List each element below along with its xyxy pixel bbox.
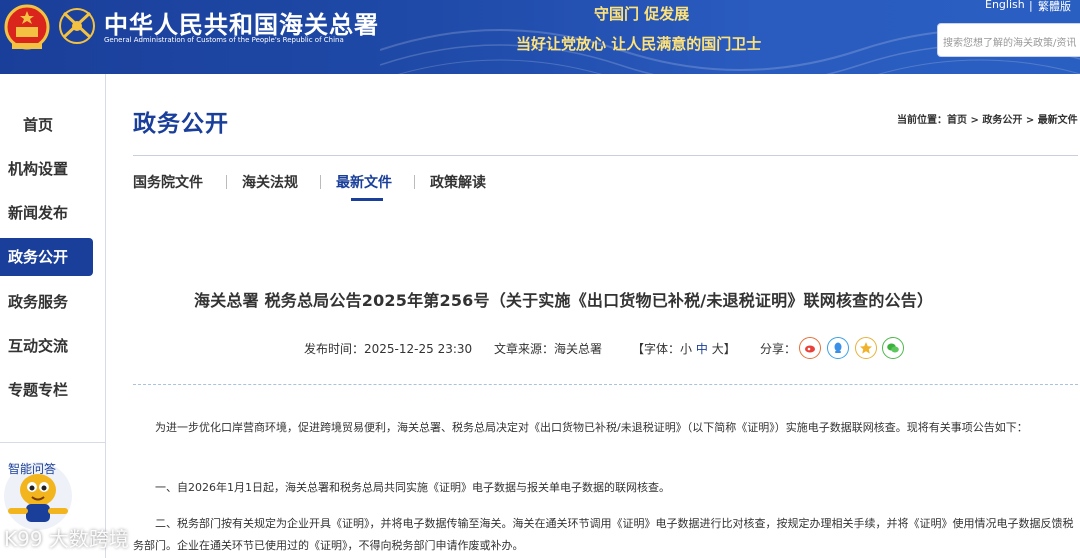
breadcrumb-separator: >: [1022, 115, 1038, 126]
section-title: 政务公开: [133, 110, 229, 137]
breadcrumb: 当前位置：首页 > 政务公开 > 最新文件: [897, 111, 1078, 126]
source-label: 文章来源：: [494, 342, 555, 356]
font-size-selector: 【字体：小 中 大】: [632, 340, 736, 357]
tab-policy-interpretation[interactable]: 政策解读: [430, 172, 486, 192]
breadcrumb-latest-files[interactable]: 最新文件: [1038, 115, 1078, 126]
qzone-icon[interactable]: [855, 337, 877, 359]
breadcrumb-prefix: 当前位置：: [897, 115, 947, 126]
share-label: 分享：: [760, 342, 797, 356]
site-title[interactable]: 中华人民共和国海关总署: [104, 5, 379, 40]
source-value: 海关总署: [554, 342, 603, 356]
article-paragraph: 二、税务部门按有关规定为企业开具《证明》，并将电子数据传输至海关。海关在通关环节…: [133, 517, 1074, 552]
tab-latest-files[interactable]: 最新文件: [336, 172, 392, 192]
article-source: 文章来源：海关总署: [494, 340, 602, 357]
assistant-label[interactable]: 智能问答: [8, 460, 56, 477]
sidebar-item-organization[interactable]: 机构设置: [0, 150, 93, 188]
breadcrumb-separator: >: [967, 115, 983, 126]
national-emblem-icon[interactable]: [4, 3, 50, 53]
slogan-top: 守国门 促发展: [594, 5, 690, 23]
tab-customs-regulations[interactable]: 海关法规: [242, 172, 298, 192]
breadcrumb-government-affairs[interactable]: 政务公开: [982, 115, 1022, 126]
sidebar-divider: [0, 442, 105, 443]
publish-time: 发布时间：2025-12-25 23:30: [304, 340, 472, 357]
lang-english-link[interactable]: English: [985, 0, 1025, 11]
customs-logo-icon[interactable]: [58, 7, 96, 45]
watermark: K99 大数跨境: [4, 527, 129, 551]
meta-divider: [133, 384, 1078, 385]
slogan-bottom: 当好让党放心 让人民满意的国门卫士: [516, 35, 762, 53]
search-input[interactable]: 搜索您想了解的海关政策/资讯: [937, 23, 1080, 57]
sidebar-nav: 首页 机构设置 新闻发布 政务公开 政务服务 互动交流 专题专栏: [0, 74, 106, 558]
site-header: 中华人民共和国海关总署 General Administration of Cu…: [0, 0, 1080, 74]
font-size-medium[interactable]: 中: [696, 342, 708, 356]
font-size-large[interactable]: 大: [712, 342, 724, 356]
search-placeholder: 搜索您想了解的海关政策/资讯: [943, 38, 1077, 49]
publish-time-label: 发布时间：: [304, 342, 365, 356]
breadcrumb-home[interactable]: 首页: [947, 115, 967, 126]
article-paragraph: 为进一步优化口岸营商环境，促进跨境贸易便利，海关总署、税务总局决定对《出口货物已…: [155, 421, 1028, 434]
site-subtitle: General Administration of Customs of the…: [104, 36, 344, 44]
weibo-icon[interactable]: [799, 337, 821, 359]
lang-separator: |: [1029, 0, 1033, 12]
article-paragraph: 一、自2026年1月1日起，海关总署和税务总局共同实施《证明》电子数据与报关单电…: [155, 481, 670, 494]
lang-traditional-link[interactable]: 繁體版: [1038, 0, 1071, 14]
sidebar-item-news[interactable]: 新闻发布: [0, 194, 93, 232]
sidebar-item-services[interactable]: 政务服务: [0, 283, 93, 321]
tab-separator: [320, 175, 321, 189]
wechat-icon[interactable]: [882, 337, 904, 359]
publish-time-value: 2025-12-25 23:30: [364, 342, 473, 356]
tab-state-council-files[interactable]: 国务院文件: [133, 172, 203, 192]
sidebar-item-topics[interactable]: 专题专栏: [0, 371, 93, 409]
font-size-label: 【字体：: [632, 342, 681, 356]
tab-separator: [414, 175, 415, 189]
header-divider: [133, 155, 1078, 156]
active-tab-indicator: [351, 198, 383, 201]
sidebar-item-interaction[interactable]: 互动交流: [0, 327, 93, 365]
tab-separator: [226, 175, 227, 189]
sidebar-item-home[interactable]: 首页: [0, 106, 93, 144]
sidebar-item-government-affairs[interactable]: 政务公开: [0, 238, 93, 276]
article-title: 海关总署 税务总局公告2025年第256号（关于实施《出口货物已补税/未退税证明…: [194, 291, 934, 310]
font-size-small[interactable]: 小: [680, 342, 692, 356]
qq-icon[interactable]: [827, 337, 849, 359]
font-size-close: 】: [723, 342, 736, 356]
